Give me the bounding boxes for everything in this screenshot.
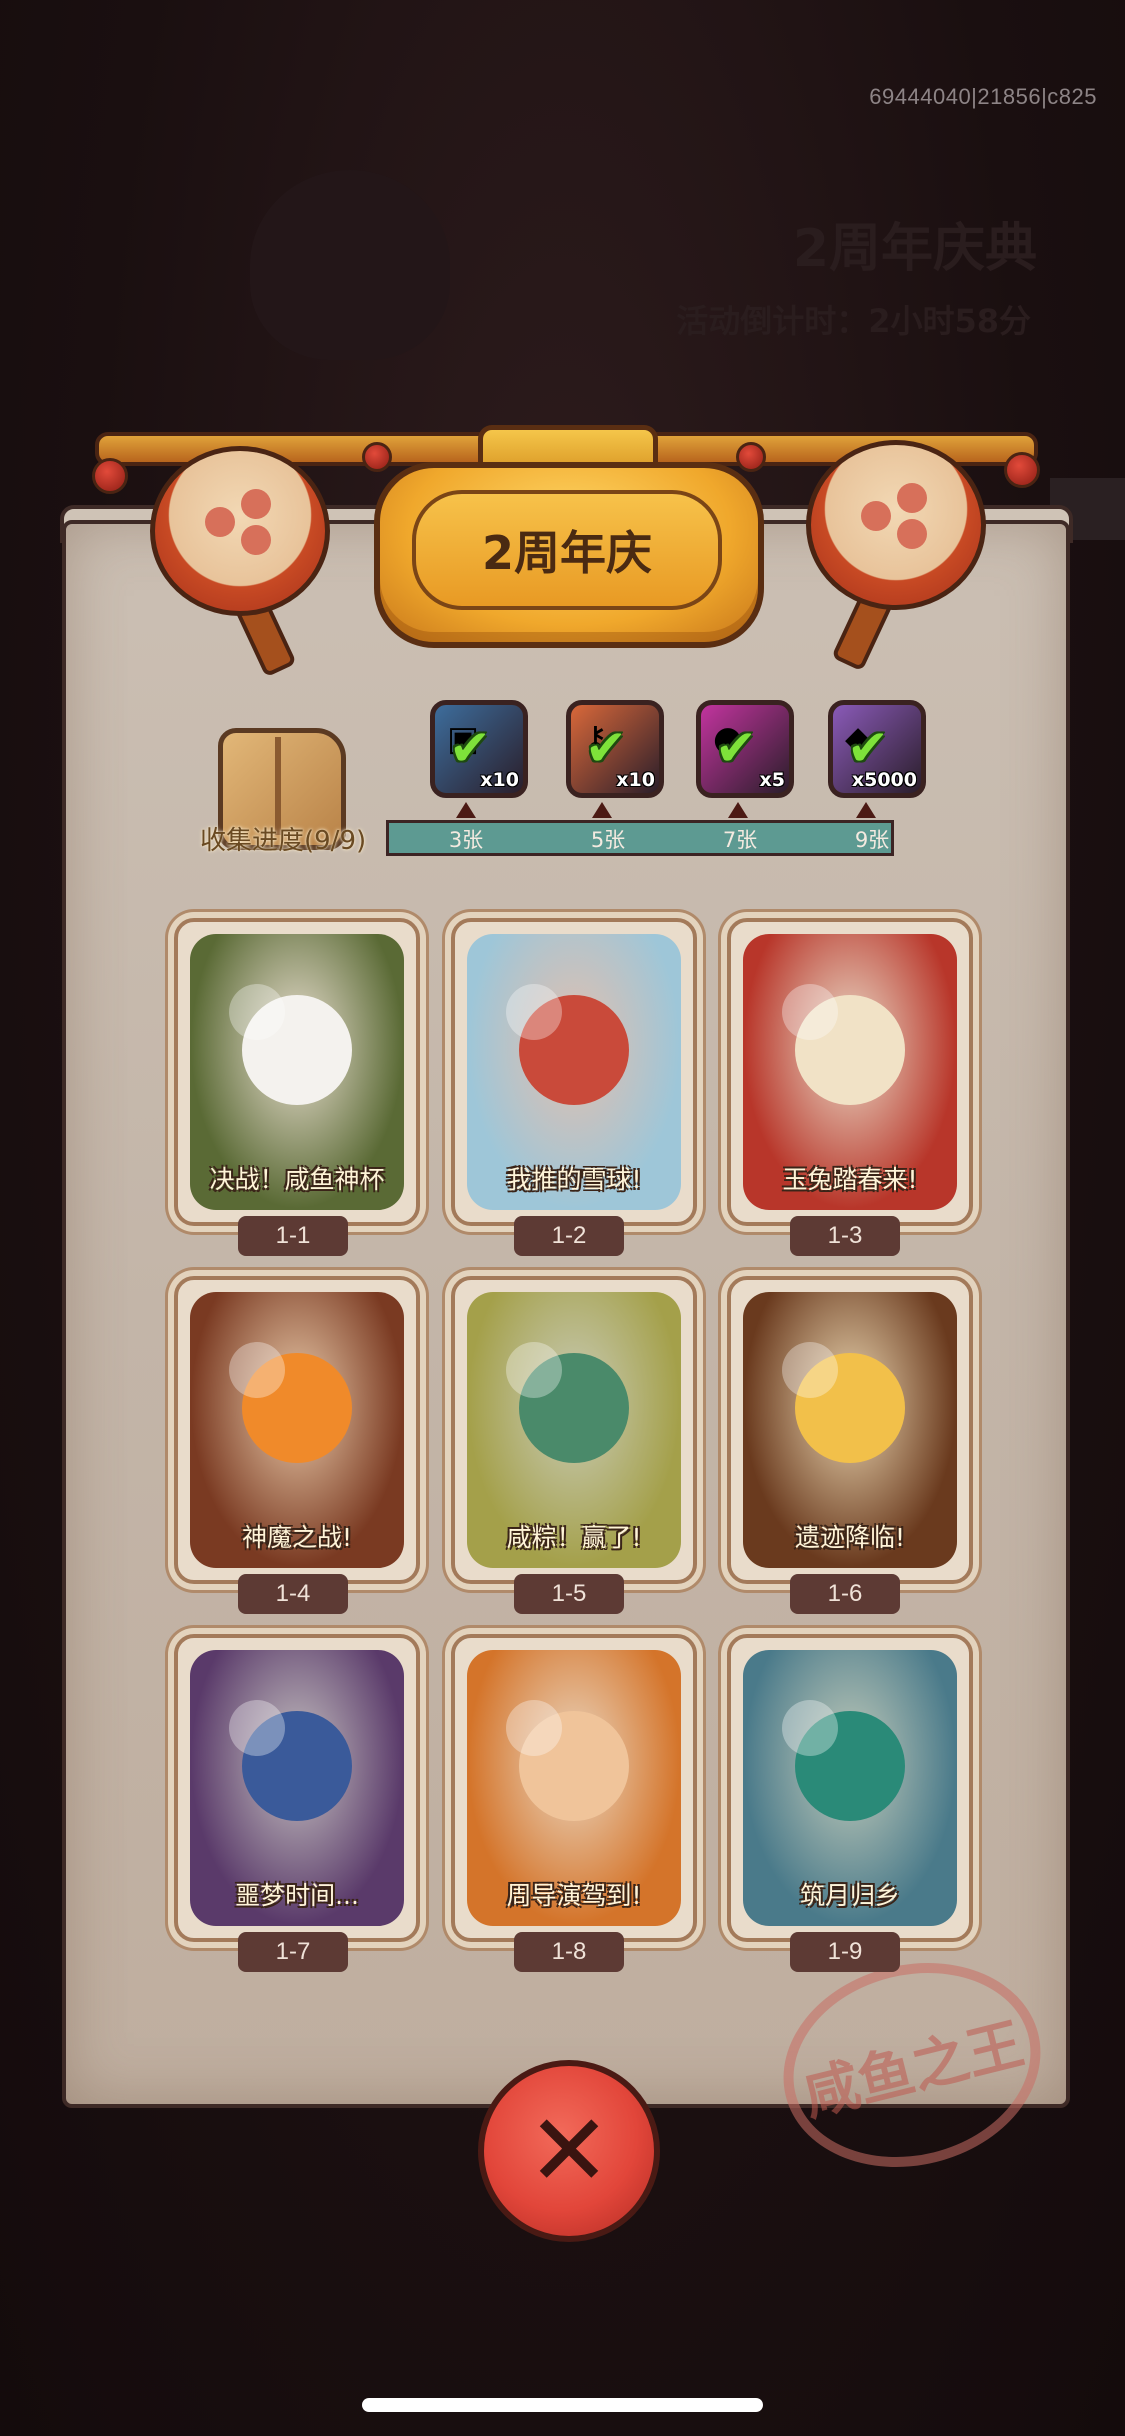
card-artwork: 我推的雪球!	[467, 934, 681, 1210]
story-card-1-1[interactable]: 决战！咸鱼神杯	[174, 918, 420, 1226]
card-number-tag: 1-7	[238, 1932, 348, 1972]
milestone-marker	[728, 802, 748, 818]
home-indicator[interactable]	[362, 2398, 763, 2412]
story-card-1-2[interactable]: 我推的雪球!	[451, 918, 697, 1226]
card-number-tag: 1-9	[790, 1932, 900, 1972]
card-figure-small	[781, 983, 838, 1040]
card-figure-small	[781, 1341, 838, 1398]
card-caption: 咸粽！赢了!	[506, 1523, 642, 1552]
rod-knob-right	[1004, 452, 1040, 488]
drum-left-icon	[150, 446, 330, 616]
story-card-1-9[interactable]: 筑月归乡	[727, 1634, 973, 1942]
card-caption: 噩梦时间...	[235, 1881, 359, 1910]
claimed-check-icon: ✔	[715, 719, 757, 777]
card-caption: 我推的雪球!	[506, 1165, 642, 1194]
card-number-tag: 1-5	[514, 1574, 624, 1614]
milestone-marker	[592, 802, 612, 818]
card-artwork: 咸粽！赢了!	[467, 1292, 681, 1568]
milestone-reward-3[interactable]: ▣ ✔ x10	[430, 700, 528, 798]
story-card-1-7[interactable]: 噩梦时间...	[174, 1634, 420, 1942]
background-mascot	[250, 170, 450, 360]
milestone-reward-9[interactable]: ◆ ✔ x5000	[828, 700, 926, 798]
collection-progress-label: 收集进度(9/9)	[200, 826, 367, 856]
card-number-tag: 1-8	[514, 1932, 624, 1972]
card-figure-small	[228, 983, 285, 1040]
milestone-label: 7张	[722, 828, 758, 852]
milestone-label: 9张	[854, 828, 890, 852]
close-button[interactable]: ✕	[478, 2060, 660, 2242]
card-artwork: 玉兔踏春来!	[743, 934, 957, 1210]
close-icon: ✕	[527, 2092, 611, 2209]
claimed-check-icon: ✔	[449, 719, 491, 777]
card-artwork: 筑月归乡	[743, 1650, 957, 1926]
background-event-title: 2周年庆典	[792, 219, 1037, 279]
milestone-reward-5[interactable]: ⚷ ✔ x10	[566, 700, 664, 798]
rod-knob	[362, 442, 392, 472]
story-card-1-8[interactable]: 周导演驾到!	[451, 1634, 697, 1942]
card-artwork: 神魔之战!	[190, 1292, 404, 1568]
panel-title: 2周年庆	[481, 526, 652, 580]
build-id-label: 69444040|21856|c825	[869, 84, 1097, 109]
story-card-1-6[interactable]: 遗迹降临!	[727, 1276, 973, 1584]
story-card-1-4[interactable]: 神魔之战!	[174, 1276, 420, 1584]
card-caption: 玉兔踏春来!	[782, 1165, 918, 1194]
card-caption: 神魔之战!	[241, 1523, 353, 1552]
card-number-tag: 1-3	[790, 1216, 900, 1256]
claimed-check-icon: ✔	[847, 719, 889, 777]
card-caption: 筑月归乡	[799, 1881, 900, 1910]
card-number-tag: 1-4	[238, 1574, 348, 1614]
card-artwork: 遗迹降临!	[743, 1292, 957, 1568]
title-plaque-inner: 2周年庆	[412, 490, 722, 610]
milestone-marker	[456, 802, 476, 818]
card-figure-small	[505, 1341, 562, 1398]
card-caption: 决战！咸鱼神杯	[209, 1165, 385, 1194]
card-figure-small	[505, 983, 562, 1040]
card-figure-small	[505, 1699, 562, 1756]
card-figure-small	[781, 1699, 838, 1756]
milestone-label: 3张	[448, 828, 484, 852]
milestone-reward-7[interactable]: ● ✔ x5	[696, 700, 794, 798]
card-artwork: 噩梦时间...	[190, 1650, 404, 1926]
card-figure-small	[228, 1699, 285, 1756]
card-artwork: 周导演驾到!	[467, 1650, 681, 1926]
card-artwork: 决战！咸鱼神杯	[190, 934, 404, 1210]
rod-knob-left	[92, 458, 128, 494]
milestone-label: 5张	[590, 828, 626, 852]
card-caption: 遗迹降临!	[794, 1523, 906, 1552]
background-countdown: 活动倒计时：2小时58分	[676, 302, 1031, 340]
card-caption: 周导演驾到!	[506, 1881, 642, 1910]
story-card-1-3[interactable]: 玉兔踏春来!	[727, 918, 973, 1226]
rod-knob	[736, 442, 766, 472]
drum-right-icon	[806, 440, 986, 610]
card-number-tag: 1-6	[790, 1574, 900, 1614]
card-number-tag: 1-1	[238, 1216, 348, 1256]
claimed-check-icon: ✔	[585, 719, 627, 777]
milestone-marker	[856, 802, 876, 818]
card-figure-small	[228, 1341, 285, 1398]
card-number-tag: 1-2	[514, 1216, 624, 1256]
story-card-1-5[interactable]: 咸粽！赢了!	[451, 1276, 697, 1584]
